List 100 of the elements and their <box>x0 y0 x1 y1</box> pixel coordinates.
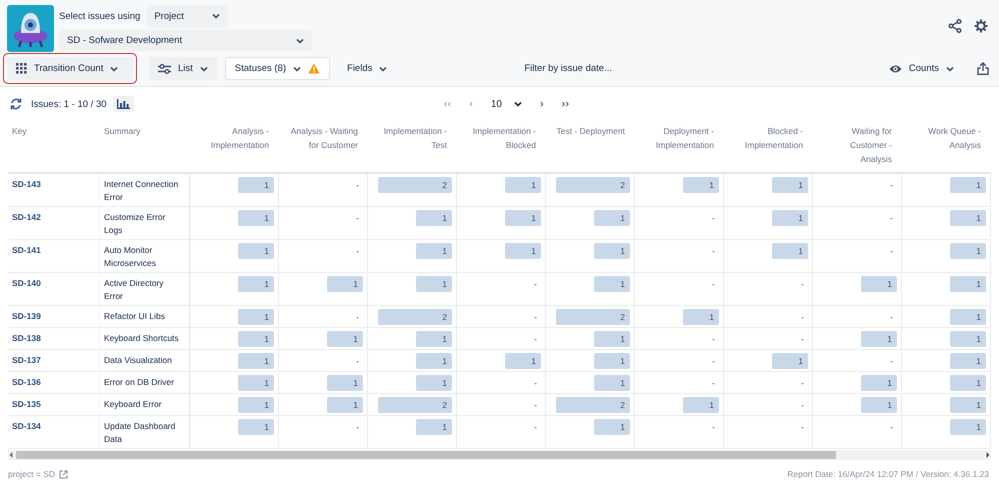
scroll-left-icon[interactable] <box>8 451 14 459</box>
summary-cell: Auto Monitor Microservices <box>100 240 190 273</box>
summary-cell: Internet Connection Error <box>100 174 190 207</box>
source-select[interactable]: Project <box>146 5 228 27</box>
page-size-select[interactable]: 10 <box>490 98 522 110</box>
bar-chart-button[interactable] <box>112 96 134 112</box>
counts-select[interactable]: Counts <box>880 57 963 80</box>
issue-key-link[interactable]: SD-140 <box>8 273 100 306</box>
count-bar: 1 <box>594 353 630 369</box>
count-cell-text: - <box>534 399 538 412</box>
count-cell-text: - <box>356 245 360 258</box>
export-icon[interactable] <box>977 62 989 75</box>
count-bar: 1 <box>861 375 897 391</box>
chevron-down-icon <box>946 66 954 72</box>
count-bar: 1 <box>416 419 452 435</box>
count-bar: 1 <box>238 331 274 347</box>
summary-cell: Refactor UI Libs <box>100 306 190 328</box>
count-bar: 1 <box>238 419 274 435</box>
sliders-icon <box>158 64 171 74</box>
count-cell-text: - <box>890 355 894 368</box>
column-header[interactable]: Summary <box>100 121 190 174</box>
summary-cell: Active Directory Error <box>100 273 190 306</box>
fields-select[interactable]: Fields <box>338 57 396 80</box>
project-name-select[interactable]: SD - Sofware Development <box>59 30 312 51</box>
column-header[interactable]: Analysis - Implementation <box>190 121 279 174</box>
issue-key-link[interactable]: SD-137 <box>8 350 100 372</box>
count-bar: 1 <box>950 331 986 347</box>
count-bar: 1 <box>950 210 986 226</box>
issue-key-link[interactable]: SD-138 <box>8 328 100 350</box>
column-header[interactable]: Analysis - Waiting for Customer <box>279 121 368 174</box>
count-cell-text: - <box>801 421 805 434</box>
chevron-down-icon <box>110 66 118 72</box>
count-bar: 1 <box>950 397 986 413</box>
next-page-button[interactable]: › <box>540 98 544 110</box>
report-type-select[interactable]: Transition Count <box>3 53 137 84</box>
column-header[interactable]: Deployment - Implementation <box>635 121 724 174</box>
list-view-select[interactable]: List <box>149 57 217 80</box>
bar-chart-icon <box>116 99 130 109</box>
issue-key-link[interactable]: SD-134 <box>8 416 100 449</box>
count-cell-text: - <box>534 333 538 346</box>
issue-key-link[interactable]: SD-143 <box>8 174 100 207</box>
issue-key-link[interactable]: SD-142 <box>8 207 100 240</box>
count-bar: 1 <box>594 331 630 347</box>
count-bar: 1 <box>772 177 808 193</box>
share-icon[interactable] <box>948 19 962 33</box>
summary-cell: Data Visualization <box>100 350 190 372</box>
issue-key-link[interactable]: SD-135 <box>8 394 100 416</box>
column-header[interactable]: Implementation - Test <box>368 121 457 174</box>
issue-key-link[interactable]: SD-139 <box>8 306 100 328</box>
count-bar: 1 <box>594 210 630 226</box>
count-bar: 1 <box>238 353 274 369</box>
summary-cell: Keyboard Error <box>100 394 190 416</box>
count-cell-text: - <box>890 311 894 324</box>
last-page-button[interactable]: ›› <box>562 98 569 110</box>
count-cell-text: - <box>801 278 805 291</box>
refresh-icon[interactable] <box>10 98 22 110</box>
warning-icon <box>308 63 320 74</box>
count-bar: 2 <box>556 309 630 325</box>
chevron-down-icon <box>200 66 208 72</box>
issue-count: Issues: 1 - 10 / 30 <box>31 98 107 110</box>
count-cell-text: - <box>890 245 894 258</box>
count-bar: 1 <box>950 243 986 259</box>
grid-icon <box>16 63 27 74</box>
settings-icon[interactable] <box>974 19 988 33</box>
external-link-icon[interactable] <box>59 470 68 478</box>
count-cell-text: - <box>356 311 360 324</box>
count-cell-text: - <box>534 421 538 434</box>
count-bar: 1 <box>505 210 541 226</box>
count-cell-text: - <box>356 421 360 434</box>
count-bar: 1 <box>772 210 808 226</box>
count-bar: 1 <box>416 353 452 369</box>
count-cell-text: - <box>712 212 716 225</box>
column-header[interactable]: Key <box>8 121 100 174</box>
column-header[interactable]: Blocked - Implementation <box>724 121 813 174</box>
report-info: Report Date: 16/Apr/24 12:07 PM / Version: 4.36.1.23 <box>787 469 989 479</box>
statuses-select[interactable]: Statuses (8) <box>224 57 330 80</box>
issue-key-link[interactable]: SD-136 <box>8 372 100 394</box>
count-bar: 1 <box>505 243 541 259</box>
count-bar: 1 <box>950 375 986 391</box>
chevron-down-icon <box>296 38 304 44</box>
count-bar: 1 <box>327 276 363 292</box>
column-header[interactable]: Waiting for Customer - Analysis <box>813 121 902 174</box>
issue-key-link[interactable]: SD-141 <box>8 240 100 273</box>
column-header[interactable]: Work Queue - Analysis <box>902 121 991 174</box>
count-cell-text: - <box>890 212 894 225</box>
column-header[interactable]: Implementation - Blocked <box>457 121 546 174</box>
column-header[interactable]: Test - Deployment <box>546 121 635 174</box>
count-bar: 1 <box>594 419 630 435</box>
count-bar: 1 <box>683 397 719 413</box>
count-bar: 1 <box>238 375 274 391</box>
date-filter-link[interactable]: Filter by issue date... <box>524 63 612 74</box>
count-bar: 1 <box>416 375 452 391</box>
summary-cell: Keyboard Shortcuts <box>100 328 190 350</box>
count-bar: 2 <box>378 309 452 325</box>
count-bar: 1 <box>950 177 986 193</box>
count-cell-text: - <box>534 377 538 390</box>
count-bar: 2 <box>556 397 630 413</box>
scroll-right-icon[interactable] <box>985 451 991 459</box>
count-cell-text: - <box>712 245 716 258</box>
count-cell-text: - <box>534 278 538 291</box>
